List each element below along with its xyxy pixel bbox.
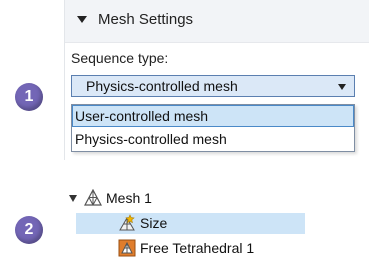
size-icon bbox=[119, 214, 135, 231]
tree-expand-icon[interactable] bbox=[69, 195, 77, 202]
mesh-icon bbox=[84, 189, 102, 206]
free-tetrahedral-icon bbox=[118, 239, 136, 257]
sequence-type-select[interactable]: Physics-controlled mesh bbox=[71, 75, 355, 97]
tree-node-size[interactable]: Size bbox=[140, 215, 167, 231]
callout-badge-1: 1 bbox=[15, 83, 43, 111]
sequence-type-label: Sequence type: bbox=[71, 50, 169, 66]
section-title: Mesh Settings bbox=[98, 11, 194, 28]
sequence-type-dropdown: User-controlled mesh Physics-controlled … bbox=[71, 104, 355, 152]
tree-row-size-selected[interactable] bbox=[76, 213, 305, 234]
tree-root-label[interactable]: Mesh 1 bbox=[106, 190, 152, 206]
sequence-type-value: Physics-controlled mesh bbox=[86, 78, 238, 94]
tree-node-free-tetrahedral[interactable]: Free Tetrahedral 1 bbox=[140, 240, 254, 256]
mesh-settings-panel: Mesh Settings Sequence type: Physics-con… bbox=[64, 0, 369, 160]
callout-number-1: 1 bbox=[24, 88, 34, 105]
callout-badge-2: 2 bbox=[15, 216, 43, 244]
option-physics-controlled-mesh[interactable]: Physics-controlled mesh bbox=[72, 128, 354, 150]
mesh-settings-header[interactable]: Mesh Settings bbox=[65, 0, 369, 43]
caret-down-icon[interactable] bbox=[77, 16, 87, 23]
option-user-controlled-mesh[interactable]: User-controlled mesh bbox=[72, 105, 354, 127]
chevron-down-icon[interactable] bbox=[338, 84, 346, 90]
callout-number-2: 2 bbox=[24, 221, 34, 238]
